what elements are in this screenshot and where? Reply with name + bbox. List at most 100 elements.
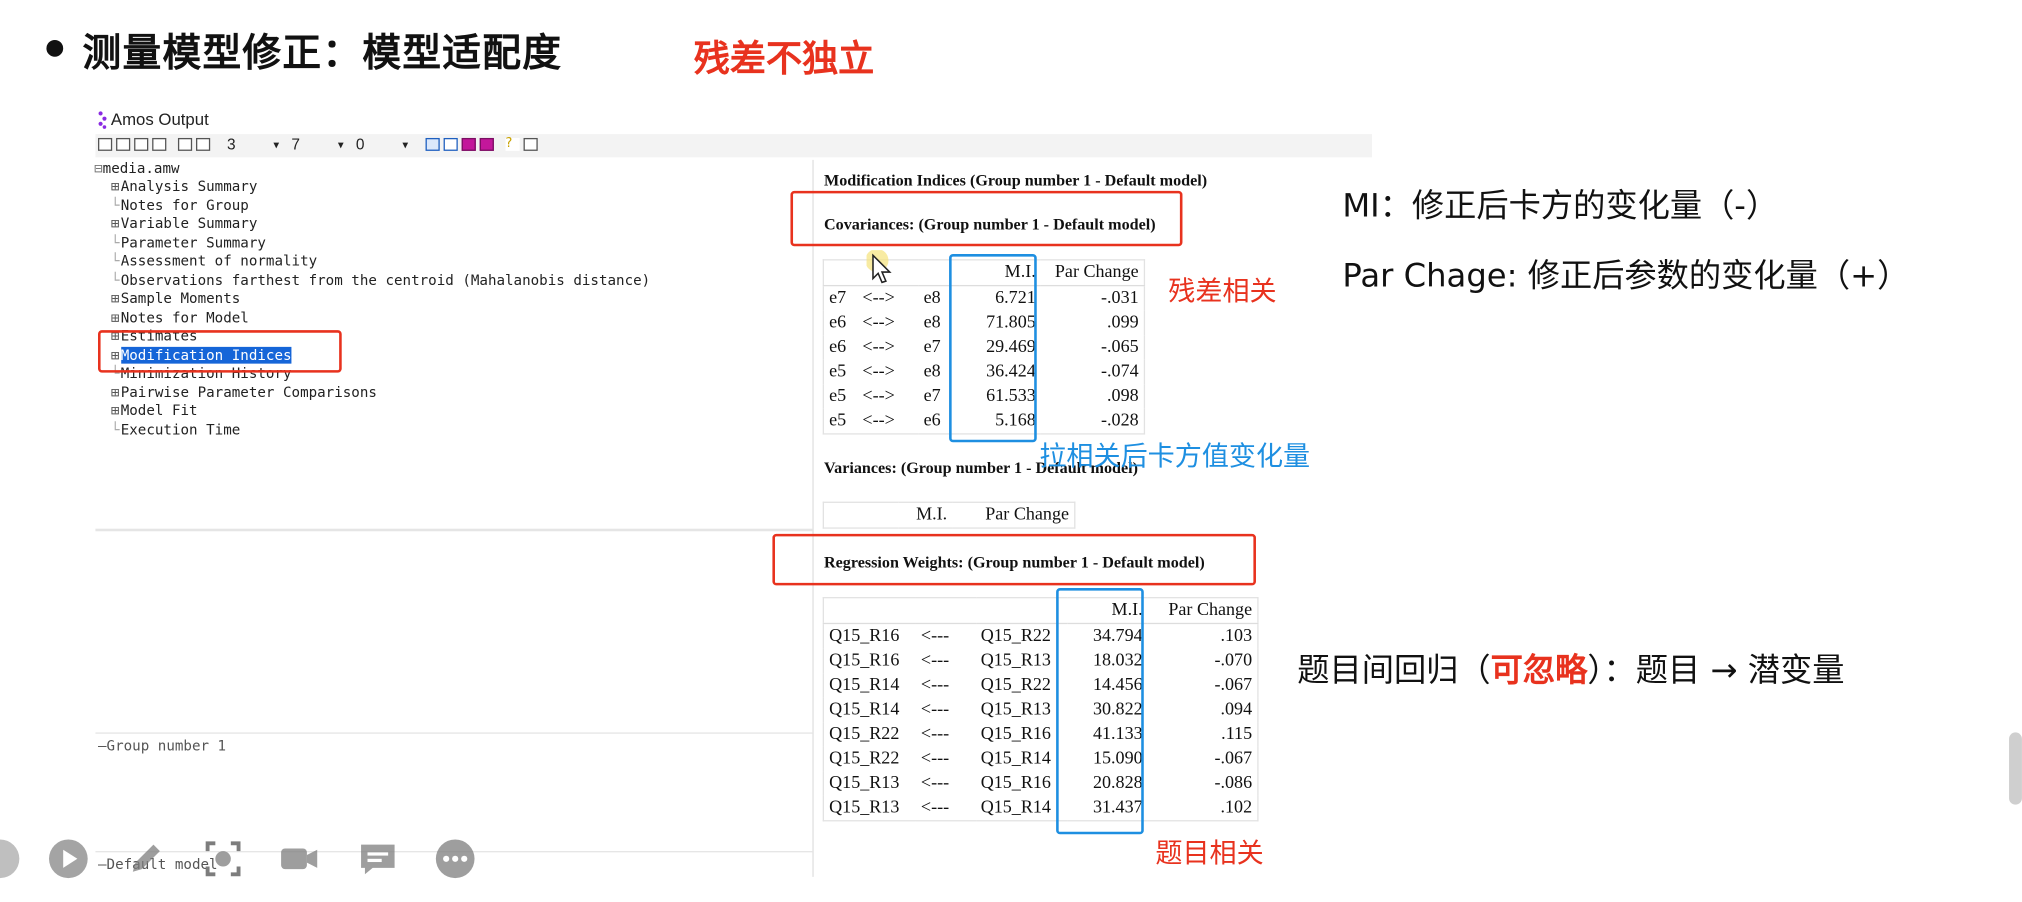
chevron-down-icon[interactable]: ▾	[338, 138, 344, 152]
expand-icon[interactable]: ⊞	[111, 215, 120, 232]
highlight-box-cov-mi	[949, 254, 1037, 443]
tree-root[interactable]: ⊟media.amw	[94, 160, 179, 178]
to-variable: Q15_R16	[980, 773, 1051, 793]
arrow: <-->	[862, 386, 895, 406]
group-label[interactable]: —Group number 1	[98, 738, 226, 755]
arrow: <---	[920, 748, 950, 768]
partial-control-icon[interactable]	[0, 838, 21, 879]
par-change-note: Par Chage: 修正后参数的变化量（+）	[1342, 256, 1910, 295]
expand-icon[interactable]: ⊞	[111, 178, 120, 195]
table-row: Q15_R14 <--- Q15_R13 30.822.094	[823, 698, 1258, 723]
book-icon[interactable]	[134, 137, 149, 151]
screenshot-icon[interactable]	[202, 838, 243, 879]
from-variable: e5	[829, 410, 847, 431]
table-row: Q15_R22 <--- Q15_R14 15.090 -.067	[823, 747, 1258, 772]
column-header-par-change: Par Change	[1040, 259, 1145, 287]
tree-branch-line: └	[110, 234, 120, 251]
expand-icon[interactable]: ⊞	[111, 290, 120, 307]
tree-item-label: Variable Summary	[120, 215, 258, 233]
tree-item-label: Pairwise Parameter Comparisons	[120, 383, 377, 401]
to-variable: Q15_R14	[980, 748, 1051, 768]
variances-table: M.I. Par Change	[822, 501, 1076, 529]
pane-divider	[95, 732, 813, 734]
arrow: <-->	[862, 361, 895, 382]
item-corr-note: 题目相关	[1155, 838, 1264, 870]
par-change-value: .103	[1220, 626, 1253, 646]
book-help-icon[interactable]	[523, 137, 538, 151]
to-variable: Q15_R22	[980, 675, 1051, 695]
tree-item[interactable]: └Parameter Summary	[111, 234, 266, 252]
highlight-box-reg-mi	[1056, 588, 1144, 835]
color-icon[interactable]	[479, 137, 494, 151]
expand-icon[interactable]: ⊞	[111, 309, 120, 326]
tree-item[interactable]: ⊞Sample Moments	[111, 290, 240, 308]
tree-item[interactable]: └Execution Time	[111, 421, 240, 439]
bullet-dot	[46, 39, 64, 57]
tree-branch-line: └	[110, 196, 120, 214]
tree-branch-line: └	[110, 271, 120, 289]
comment-icon[interactable]	[357, 838, 398, 879]
mi-heading: Modification Indices (Group number 1 - D…	[823, 171, 1208, 190]
regression-table: M.I. Par Change Q15_R16 <--- Q15_R22 34.794…	[822, 597, 1259, 822]
chi-change-note: 拉相关后卡方值变化量	[1039, 441, 1311, 472]
decimals-field[interactable]: 3	[227, 135, 236, 153]
table-row: Q15_R13 <--- Q15_R14 31.437.102	[823, 796, 1258, 821]
tree-item[interactable]: ⊞Pairwise Parameter Comparisons	[111, 384, 377, 402]
par-change-value: -.070	[1214, 650, 1253, 670]
table-row: Q15_R16 <--- Q15_R22 34.794.103	[823, 623, 1258, 648]
tree-item[interactable]: ⊞Notes for Model	[111, 309, 249, 327]
expand-icon[interactable]: ⊞	[111, 384, 120, 401]
tree-item-label: Parameter Summary	[120, 234, 266, 251]
tree-item[interactable]: ⊞Model Fit	[111, 402, 198, 420]
copy-icon[interactable]	[177, 137, 193, 151]
color-icon[interactable]	[461, 137, 476, 151]
table-row: Q15_R22 <--- Q15_R16 41.133.115	[823, 722, 1258, 747]
column-header-mi: M.I.	[916, 504, 948, 525]
table-icon[interactable]	[443, 137, 458, 151]
chevron-down-icon[interactable]: ▾	[273, 138, 279, 152]
par-change-value: -.086	[1214, 773, 1253, 793]
from-variable: e5	[829, 361, 847, 382]
play-icon[interactable]	[48, 838, 89, 879]
pane-divider[interactable]	[95, 528, 813, 532]
highlight-box-modification-indices	[98, 330, 342, 373]
tree-item[interactable]: ⊞Analysis Summary	[111, 178, 257, 196]
grid-icon[interactable]	[425, 137, 440, 151]
help-icon[interactable]: ?	[505, 137, 520, 151]
columns-field[interactable]: 0	[356, 135, 365, 153]
arrow: <---	[920, 797, 950, 817]
print-icon[interactable]	[116, 137, 131, 151]
expand-icon[interactable]: ⊞	[111, 402, 120, 419]
highlight-box-covariances	[790, 190, 1183, 247]
from-variable: e6	[829, 312, 847, 333]
to-variable: Q15_R22	[980, 626, 1051, 646]
pen-icon[interactable]	[125, 838, 166, 879]
arrow: <-->	[862, 337, 895, 357]
more-icon[interactable]	[435, 838, 476, 879]
scrollbar-thumb[interactable]	[2009, 732, 2022, 805]
tree-item[interactable]: ⊞Variable Summary	[111, 215, 257, 233]
arrow: <---	[920, 675, 950, 695]
from-variable: Q15_R16	[829, 650, 900, 670]
tree-item[interactable]: └Assessment of normality	[111, 253, 317, 271]
from-variable: e7	[829, 288, 847, 308]
arrow: <---	[920, 699, 950, 719]
chevron-down-icon[interactable]: ▾	[402, 138, 408, 152]
table-row: Q15_R13 <--- Q15_R16 20.828 -.086	[823, 771, 1258, 796]
vertical-splitter[interactable]	[812, 159, 814, 877]
arrow: <-->	[862, 312, 895, 333]
tree-item[interactable]: └Notes for Group	[111, 197, 249, 215]
collapse-icon[interactable]: ⊟	[94, 160, 103, 177]
from-variable: Q15_R14	[829, 699, 900, 719]
tree-item-label: Analysis Summary	[120, 177, 258, 195]
options-icon[interactable]	[196, 137, 211, 151]
par-change-value: -.067	[1214, 748, 1253, 768]
par-change-value: .099	[1107, 312, 1139, 333]
tree-branch-line: └	[110, 421, 120, 438]
tree-item[interactable]: └Observations farthest from the centroid…	[111, 271, 650, 289]
width-field[interactable]: 7	[291, 135, 300, 153]
camera-icon[interactable]	[279, 838, 320, 879]
print-preview-icon[interactable]	[98, 137, 113, 151]
open-folder-icon[interactable]	[152, 137, 167, 151]
to-variable: Q15_R13	[980, 699, 1051, 719]
